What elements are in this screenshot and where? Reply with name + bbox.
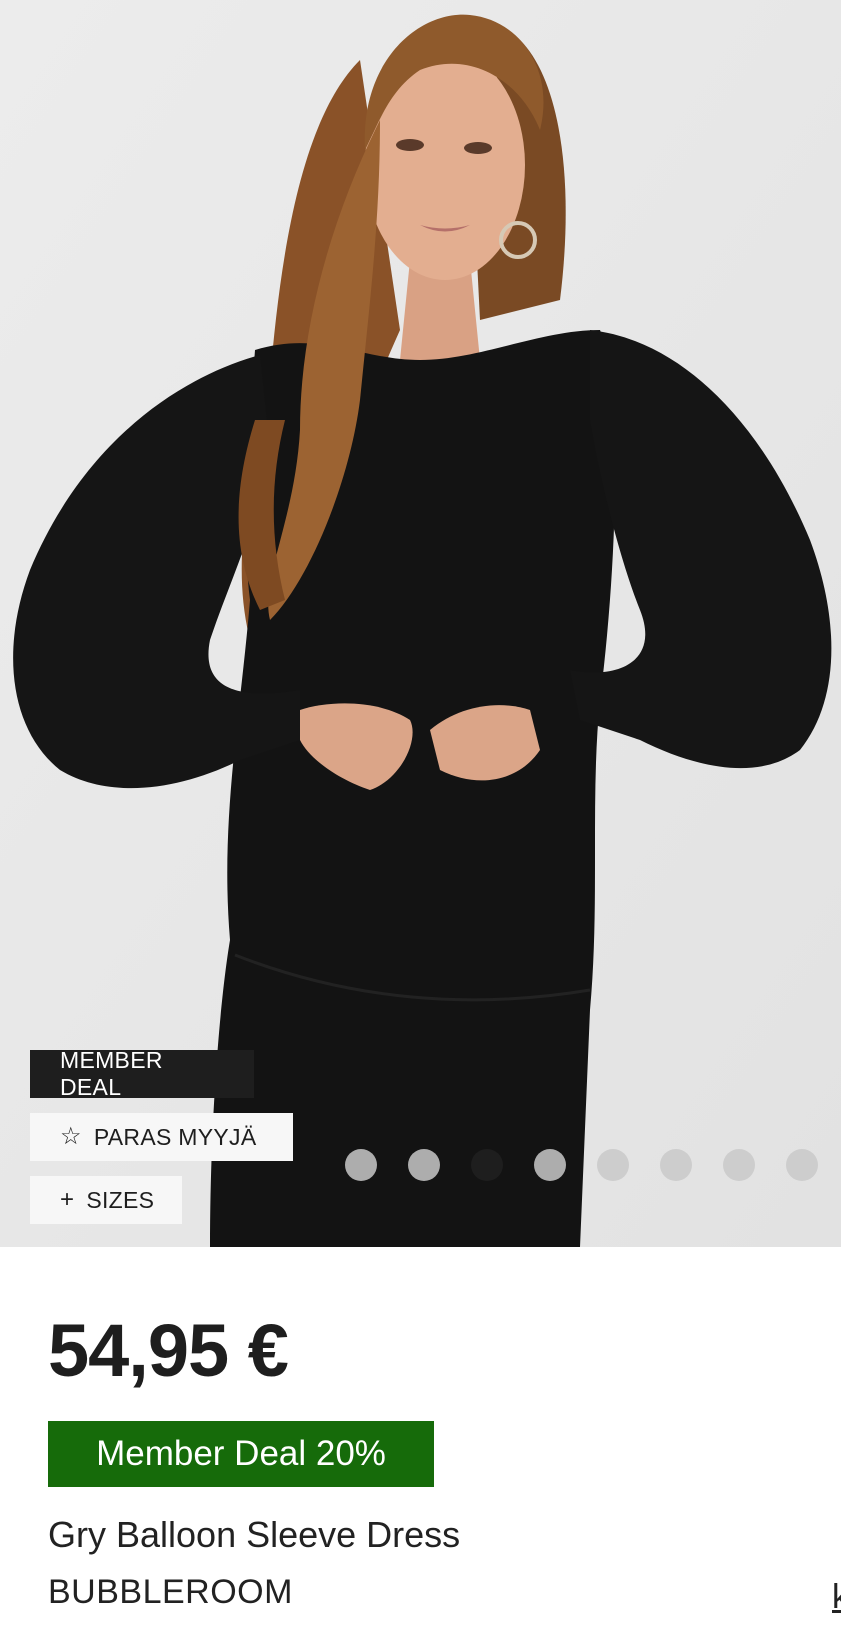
- gallery-dot[interactable]: [723, 1149, 755, 1181]
- gallery-dot[interactable]: [660, 1149, 692, 1181]
- sizes-button[interactable]: + SIZES: [30, 1176, 182, 1224]
- product-brand[interactable]: BUBBLEROOM: [48, 1573, 293, 1612]
- product-image-gallery[interactable]: MEMBER DEAL ☆ PARAS MYYJÄ + SIZES: [0, 0, 841, 1247]
- gallery-dot[interactable]: [345, 1149, 377, 1181]
- gallery-dot-active[interactable]: [471, 1149, 503, 1181]
- member-deal-badge: Member Deal 20%: [48, 1421, 434, 1487]
- gallery-pagination: [345, 1149, 818, 1181]
- product-title[interactable]: Gry Balloon Sleeve Dress: [48, 1514, 460, 1556]
- gallery-dot[interactable]: [408, 1149, 440, 1181]
- product-price: 54,95 €: [48, 1309, 289, 1392]
- star-outline-icon: ☆: [60, 1123, 82, 1150]
- plus-icon: +: [60, 1186, 75, 1213]
- member-deal-tag-label: MEMBER DEAL: [60, 1047, 163, 1100]
- sizes-button-label: SIZES: [86, 1186, 155, 1213]
- member-deal-tag: MEMBER DEAL: [30, 1047, 254, 1100]
- bestseller-tag: ☆ PARAS MYYJÄ: [30, 1113, 293, 1161]
- gallery-dot[interactable]: [534, 1149, 566, 1181]
- gallery-dot[interactable]: [786, 1149, 818, 1181]
- bestseller-tag-label: PARAS MYYJÄ: [93, 1123, 257, 1150]
- next-product-fragment[interactable]: k: [832, 1578, 841, 1617]
- gallery-dot[interactable]: [597, 1149, 629, 1181]
